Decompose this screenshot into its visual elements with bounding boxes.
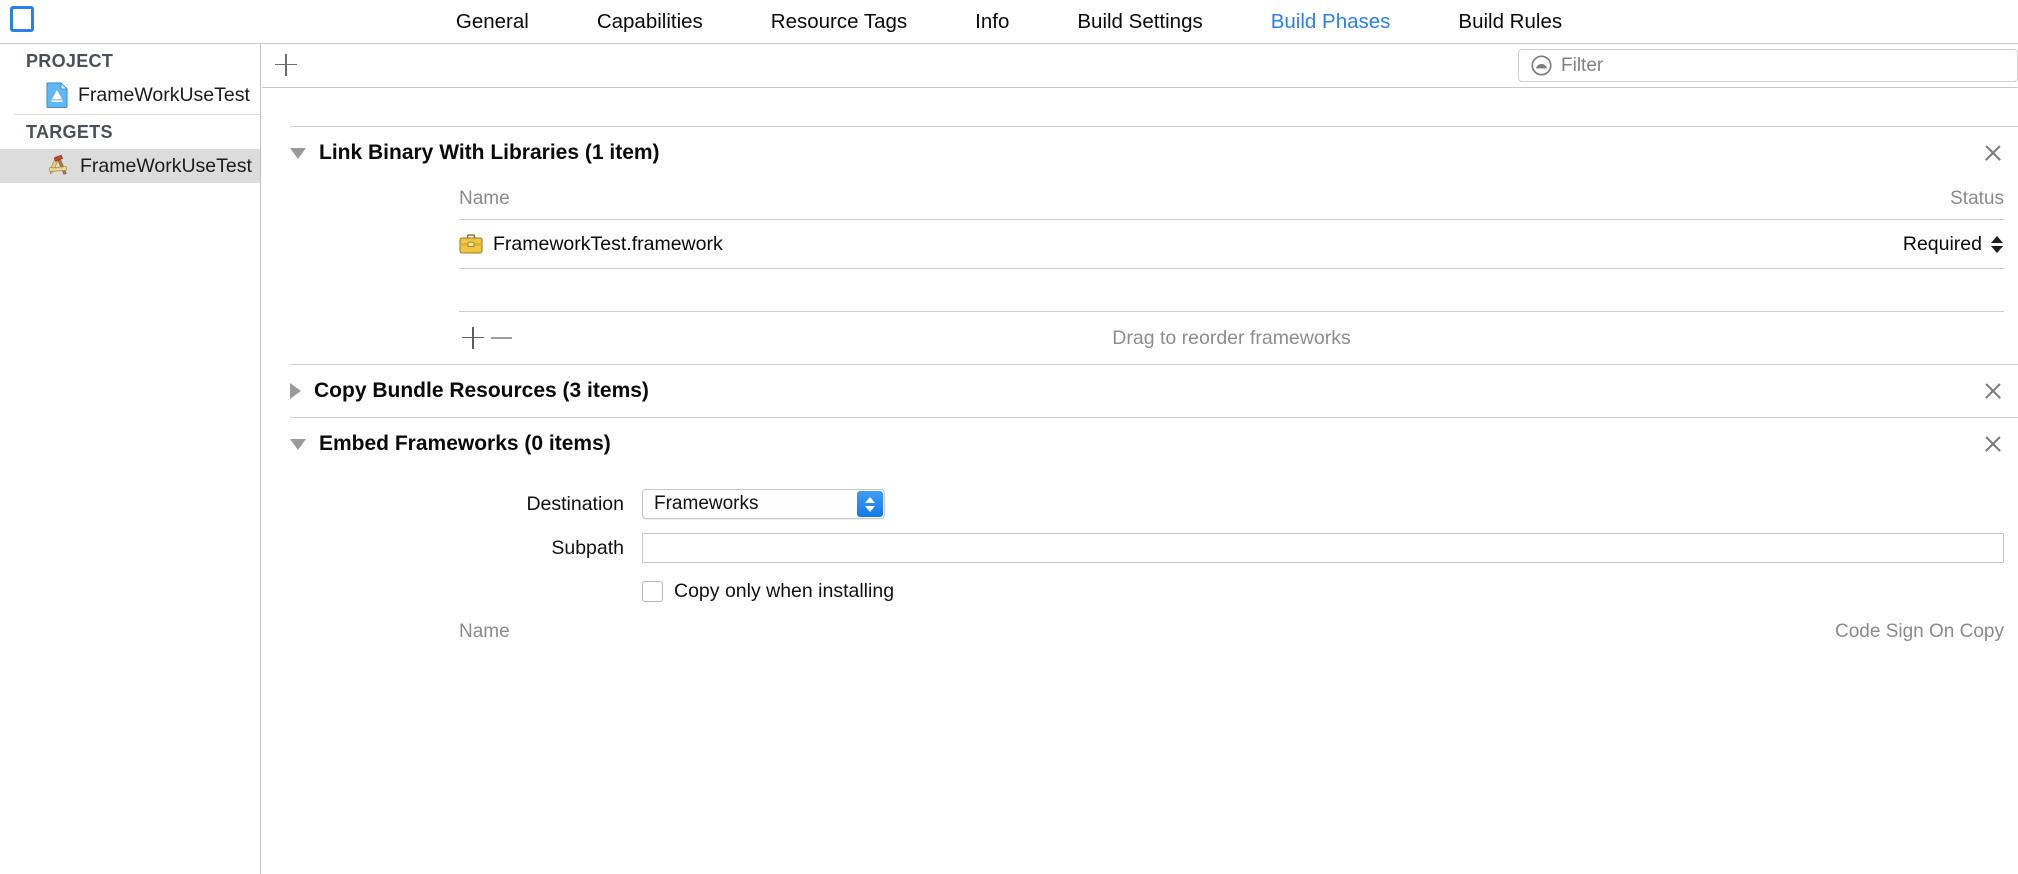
phase-title-embed-frameworks: Embed Frameworks (0 items) (319, 432, 611, 456)
sidebar-group-targets: TARGETS (0, 115, 260, 149)
tab-build-settings[interactable]: Build Settings (1043, 0, 1236, 44)
editor-tabs: General Capabilities Resource Tags Info … (0, 0, 2018, 44)
xcode-project-document-icon (46, 82, 68, 108)
framework-toolbox-icon (459, 234, 483, 255)
subpath-label: Subpath (290, 537, 642, 560)
chevron-down-icon[interactable] (290, 148, 306, 159)
filter-field[interactable]: Filter (1518, 49, 2018, 82)
popup-chevrons-icon[interactable] (857, 491, 883, 517)
phase-header-copy-bundle-resources[interactable]: Copy Bundle Resources (3 items) (262, 365, 2018, 417)
column-header-name: Name (459, 188, 1950, 210)
build-phases-editor: Filter Compile Sources (1 item) Link Bin… (262, 44, 2018, 874)
project-targets-sidebar: PROJECT FrameWorkUseTest TARGETS (0, 44, 261, 874)
editor-tab-bar: General Capabilities Resource Tags Info … (0, 0, 2018, 44)
tab-info[interactable]: Info (941, 0, 1043, 44)
cell-framework-name: FrameworkTest.framework (459, 233, 1903, 256)
table-header-embed-frameworks: Name Code Sign On Copy (459, 612, 2004, 652)
remove-framework-button minus-icon[interactable] (487, 324, 515, 352)
table-empty-space (262, 269, 2018, 311)
destination-selected-value: Frameworks (654, 493, 759, 515)
chevron-up-icon (865, 497, 875, 503)
phase-body-link-binary: Name Status FrameworkTest.framework (262, 179, 2018, 364)
phase-title-link-binary: Link Binary With Libraries (1 item) (319, 141, 660, 165)
phase-header-link-binary[interactable]: Link Binary With Libraries (1 item) (262, 127, 2018, 179)
filter-circle-icon (1531, 55, 1552, 76)
add-framework-button plus-icon[interactable] (459, 324, 487, 352)
destination-label: Destination (290, 493, 642, 516)
sidebar-item-label: FrameWorkUseTest (78, 84, 250, 107)
sidebar-item-project-frameworkusetest[interactable]: FrameWorkUseTest (0, 78, 260, 112)
stepper-chevrons-icon[interactable] (1991, 236, 2004, 253)
tab-build-phases[interactable]: Build Phases (1237, 0, 1425, 44)
chevron-down-icon[interactable] (1991, 246, 2003, 253)
phase-header-embed-frameworks[interactable]: Embed Frameworks (0 items) (262, 418, 2018, 470)
subpath-row: Subpath (290, 526, 2004, 570)
copy-only-when-installing-checkbox[interactable] (642, 581, 663, 602)
destination-popup-button[interactable]: Frameworks (642, 489, 885, 519)
sidebar-group-project: PROJECT (0, 44, 260, 78)
chevron-down-icon[interactable] (290, 439, 306, 450)
tab-capabilities[interactable]: Capabilities (563, 0, 737, 44)
column-header-status: Status (1950, 188, 2004, 210)
phase-title-copy-bundle-resources: Copy Bundle Resources (3 items) (314, 379, 649, 403)
build-phases-list[interactable]: Compile Sources (1 item) Link Binary Wit… (262, 88, 2018, 874)
status-value-label: Required (1903, 233, 1982, 256)
subpath-input[interactable] (642, 533, 2004, 563)
table-row[interactable]: FrameworkTest.framework Required (459, 220, 2004, 268)
build-phases-toolbar: Filter (262, 44, 2018, 88)
table-header-link-binary: Name Status (459, 179, 2004, 219)
drag-reorder-hint: Drag to reorder frameworks (1112, 327, 1350, 350)
phase-body-embed-frameworks: Destination Frameworks Subpath Copy only… (262, 470, 2018, 652)
column-header-name: Name (459, 621, 1835, 643)
chevron-up-icon[interactable] (1991, 236, 2003, 243)
tab-general[interactable]: General (422, 0, 563, 44)
xcode-target-tools-icon (46, 154, 70, 178)
chevron-down-icon (865, 506, 875, 512)
destination-row: Destination Frameworks (290, 482, 2004, 526)
clipped-phase-header[interactable]: Compile Sources (1 item) (262, 88, 2018, 126)
copy-only-when-installing-row[interactable]: Copy only when installing (290, 570, 2018, 612)
framework-name-label: FrameworkTest.framework (493, 233, 723, 256)
cell-framework-status[interactable]: Required (1903, 233, 2004, 256)
column-header-code-sign-on-copy: Code Sign On Copy (1835, 621, 2004, 643)
copy-only-when-installing-label: Copy only when installing (674, 580, 894, 603)
filter-input-placeholder[interactable]: Filter (1561, 55, 1603, 77)
sidebar-item-target-frameworkusetest[interactable]: FrameWorkUseTest (0, 149, 260, 183)
sidebar-item-label: FrameWorkUseTest (80, 155, 252, 178)
tab-build-rules[interactable]: Build Rules (1424, 0, 1596, 44)
close-icon-link-binary[interactable] (1982, 142, 2004, 164)
chevron-right-icon[interactable] (290, 383, 301, 399)
tab-resource-tags[interactable]: Resource Tags (737, 0, 941, 44)
add-build-phase-button plus-icon[interactable] (272, 51, 300, 79)
phase-footer-link-binary: Drag to reorder frameworks (459, 312, 2004, 364)
close-icon-copy-bundle-resources[interactable] (1982, 380, 2004, 402)
close-icon-embed-frameworks[interactable] (1982, 433, 2004, 455)
